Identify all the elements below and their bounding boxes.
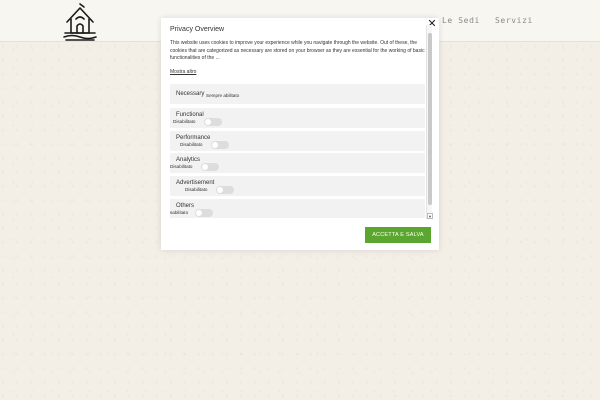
scrollbar-thumb[interactable]	[428, 33, 432, 205]
category-status: Disabilitato	[185, 187, 208, 192]
advertisement-toggle[interactable]	[216, 186, 234, 194]
nav-link-servizi[interactable]: Servizi	[495, 16, 533, 25]
hut-logo-icon[interactable]	[62, 2, 98, 42]
category-status: Disabilitato	[173, 119, 196, 124]
category-status: Disabilitato	[180, 142, 203, 147]
category-name: Advertisement	[176, 180, 215, 186]
category-advertisement[interactable]: Advertisement Disabilitato	[170, 176, 425, 196]
category-status: sabilitato	[170, 210, 189, 215]
nav-link-le-sedi[interactable]: Le Sedi	[442, 16, 480, 25]
category-others[interactable]: Others sabilitato	[170, 199, 425, 218]
show-more-link[interactable]: Mostra altro	[170, 69, 196, 75]
privacy-overview-modal: ✕ Privacy Overview This website uses coo…	[161, 18, 439, 250]
category-name: Performance	[176, 135, 211, 141]
category-name: Necessary	[176, 91, 205, 97]
functional-toggle[interactable]	[204, 118, 222, 126]
category-analytics[interactable]: Analytics Disabilitato	[170, 153, 425, 173]
cookie-categories-list[interactable]: Necessary Sempre abilitato Functional Di…	[170, 81, 426, 218]
category-name: Others	[176, 203, 195, 209]
modal-description: This website uses cookies to improve you…	[170, 40, 425, 61]
category-performance[interactable]: Performance Disabilitato	[170, 131, 425, 151]
analytics-toggle[interactable]	[201, 163, 219, 171]
category-status: Disabilitato	[170, 164, 193, 169]
scroll-down-arrow-icon[interactable]: ▼	[427, 213, 433, 219]
modal-title: Privacy Overview	[170, 26, 225, 33]
category-status: Sempre abilitato	[206, 92, 240, 98]
category-necessary[interactable]: Necessary Sempre abilitato	[170, 84, 425, 104]
category-name: Functional	[176, 112, 204, 118]
categories-scrollbar[interactable]: ▼	[426, 25, 433, 219]
performance-toggle[interactable]	[211, 141, 229, 149]
others-toggle[interactable]	[195, 209, 213, 217]
category-functional[interactable]: Functional Disabilitato	[170, 108, 425, 128]
category-name: Analytics	[176, 157, 201, 163]
accept-and-save-button[interactable]: ACCETTA E SALVA	[365, 227, 431, 243]
